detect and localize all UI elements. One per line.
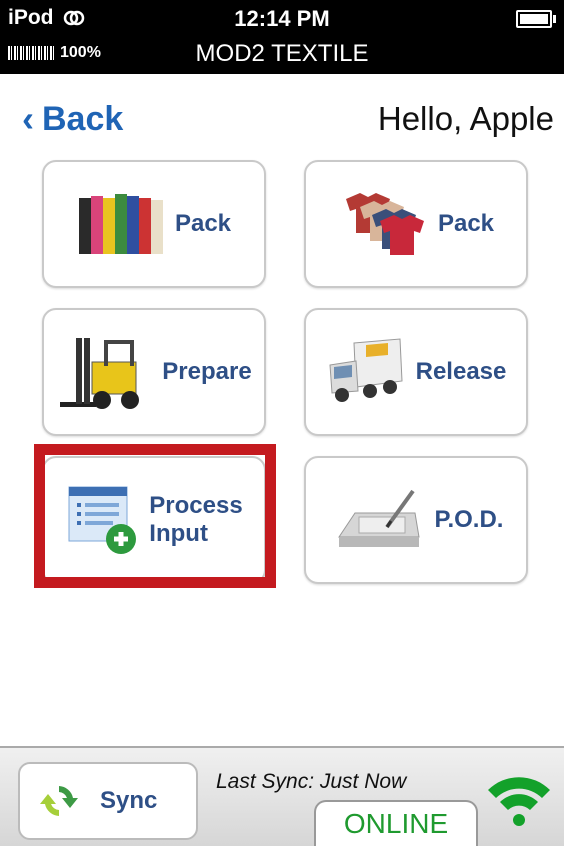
sync-label: Sync: [100, 787, 158, 814]
pod-tile[interactable]: P.O.D.: [304, 456, 528, 584]
release-tile[interactable]: Release: [304, 308, 528, 436]
forklift-icon: [60, 338, 140, 409]
tile-label: Pack: [437, 210, 495, 237]
last-sync-text: Last Sync: Just Now: [216, 770, 407, 793]
tshirts-icon: [345, 193, 424, 255]
battery-icon: [516, 10, 556, 28]
sync-button[interactable]: Sync: [18, 762, 198, 840]
signature-pad-icon: [337, 489, 420, 547]
prepare-tile[interactable]: Prepare: [42, 308, 266, 436]
tile-label: Prepare: [162, 358, 252, 385]
back-label: Back: [42, 99, 124, 138]
greeting: Hello, Apple: [377, 100, 554, 137]
bottom-bar: Sync Last Sync: Just Now ONLINE: [0, 746, 564, 846]
highlight-frame: [34, 444, 276, 588]
app-title: MOD2 TEXTILE: [195, 40, 369, 67]
fabric-rolls-icon: [78, 194, 163, 254]
truck-icon: [329, 338, 403, 402]
chevron-left-icon: ‹: [22, 98, 34, 139]
tile-label: Release: [415, 358, 507, 385]
tile-label: Pack: [174, 210, 232, 237]
wifi-icon: [488, 777, 550, 826]
pack-garments-tile[interactable]: Pack: [304, 160, 528, 288]
tile-label: P.O.D.: [434, 506, 504, 533]
pack-fabric-tile[interactable]: Pack: [42, 160, 266, 288]
online-status-badge: ONLINE: [314, 800, 478, 846]
back-button[interactable]: ‹ Back: [22, 98, 123, 140]
status-time: 12:14 PM: [234, 6, 330, 31]
status-bar: iPod 12:14 PM 100% MOD2 TEXTILE: [0, 0, 564, 74]
sync-icon: [40, 786, 78, 816]
